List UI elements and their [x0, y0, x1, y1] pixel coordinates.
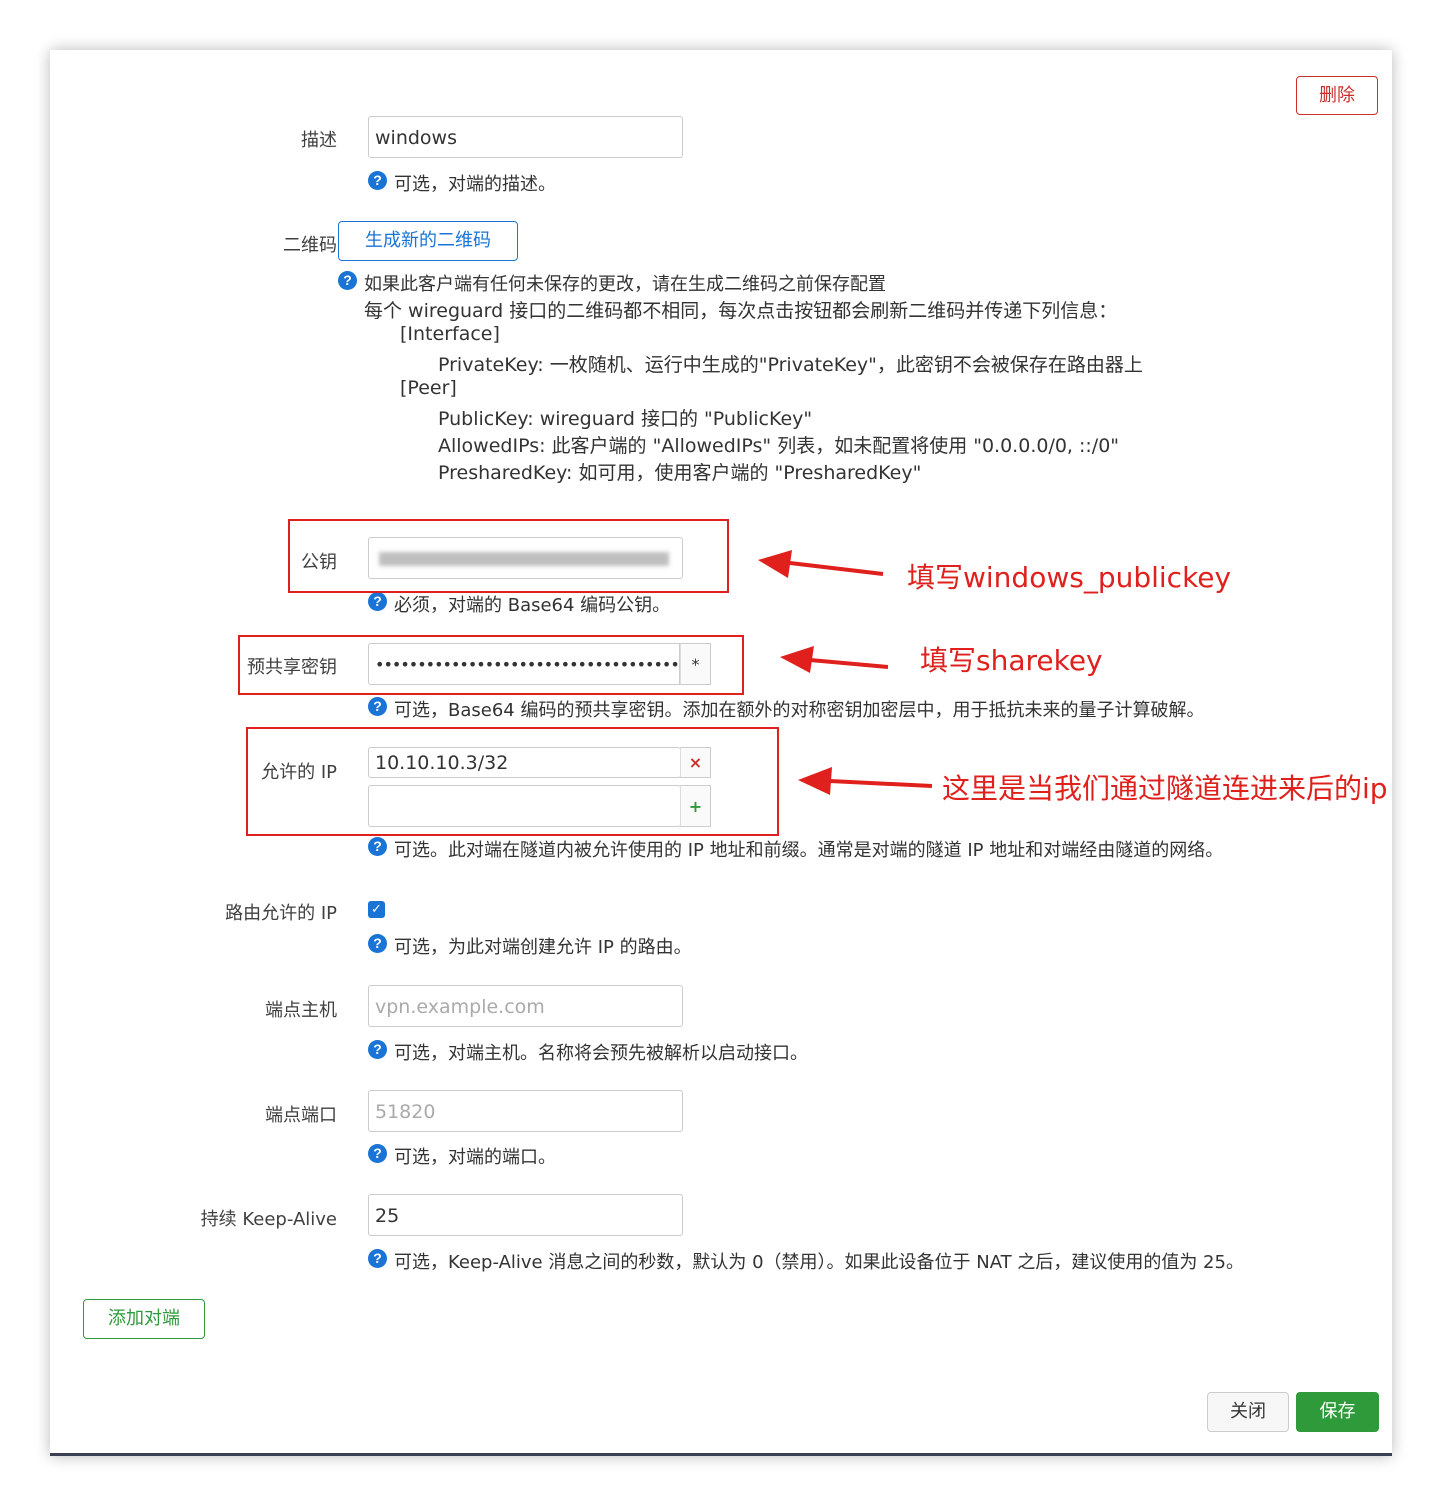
- route-allowed-ips-label: 路由允许的 IP: [225, 903, 337, 924]
- endpoint-port-help: ? 可选，对端的端口。: [368, 1143, 556, 1169]
- generate-qr-button[interactable]: 生成新的二维码: [338, 221, 518, 261]
- keepalive-input[interactable]: 25: [368, 1194, 683, 1236]
- allowed-ips-help: ? 可选。此对端在隧道内被允许使用的 IP 地址和前缀。通常是对端的隧道 IP …: [368, 836, 1223, 862]
- help-icon: ?: [368, 836, 387, 856]
- keepalive-label: 持续 Keep-Alive: [200, 1209, 337, 1230]
- endpoint-host-help: ? 可选，对端主机。名称将会预先被解析以启动接口。: [368, 1039, 808, 1065]
- delete-button[interactable]: 删除: [1296, 76, 1378, 115]
- annotation-public-key: 填写windows_publickey: [907, 561, 1232, 594]
- qrcode-help-line-6: AllowedIPs: 此客户端的 "AllowedIPs" 列表，如未配置将使…: [438, 435, 1120, 457]
- help-icon: ?: [368, 933, 387, 953]
- annotation-box-preshared-key: [238, 635, 744, 695]
- description-input[interactable]: windows: [368, 116, 683, 158]
- help-icon: ?: [368, 591, 387, 611]
- route-allowed-ips-help-text: 可选，为此对端创建允许 IP 的路由。: [394, 937, 692, 958]
- public-key-help: ? 必须，对端的 Base64 编码公钥。: [368, 591, 670, 617]
- allowed-ips-help-text: 可选。此对端在隧道内被允许使用的 IP 地址和前缀。通常是对端的隧道 IP 地址…: [394, 840, 1224, 861]
- preshared-key-help-text: 可选，Base64 编码的预共享密钥。添加在额外的对称密钥加密层中，用于抵抗未来…: [394, 700, 1205, 721]
- qrcode-help: ? 如果此客户端有任何未保存的更改，请在生成二维码之前保存配置: [338, 270, 886, 296]
- help-icon: ?: [368, 1039, 387, 1059]
- qrcode-label: 二维码: [283, 235, 337, 256]
- peer-edit-dialog: 删除 描述 windows ? 可选，对端的描述。 二维码 生成新的二维码 ? …: [50, 50, 1392, 1456]
- endpoint-host-input[interactable]: vpn.example.com: [368, 985, 683, 1027]
- qrcode-help-line-1: 每个 wireguard 接口的二维码都不相同，每次点击按钮都会刷新二维码并传递…: [364, 300, 1118, 322]
- annotation-preshared-key: 填写sharekey: [920, 644, 1103, 677]
- preshared-key-help: ? 可选，Base64 编码的预共享密钥。添加在额外的对称密钥加密层中，用于抵抗…: [368, 696, 1204, 722]
- endpoint-port-label: 端点端口: [265, 1105, 337, 1126]
- qrcode-help-line-5: PublicKey: wireguard 接口的 "PublicKey": [438, 408, 813, 430]
- endpoint-host-label: 端点主机: [265, 1000, 337, 1021]
- save-button[interactable]: 保存: [1296, 1392, 1379, 1432]
- keepalive-help-text: 可选，Keep-Alive 消息之间的秒数，默认为 0（禁用）。如果此设备位于 …: [394, 1252, 1244, 1273]
- qrcode-help-line-3: PrivateKey: 一枚随机、运行中生成的"PrivateKey"，此密钥不…: [438, 354, 1143, 376]
- endpoint-host-help-text: 可选，对端主机。名称将会预先被解析以启动接口。: [394, 1043, 808, 1064]
- route-allowed-ips-help: ? 可选，为此对端创建允许 IP 的路由。: [368, 933, 692, 959]
- annotation-allowed-ips: 这里是当我们通过隧道连进来后的ip: [942, 772, 1388, 805]
- help-icon: ?: [368, 1248, 387, 1268]
- qrcode-help-line-4: [Peer]: [400, 377, 457, 399]
- annotation-box-public-key: [288, 519, 729, 593]
- help-icon: ?: [368, 1143, 387, 1163]
- help-icon: ?: [368, 696, 387, 716]
- public-key-help-text: 必须，对端的 Base64 编码公钥。: [394, 595, 671, 616]
- description-label: 描述: [301, 130, 337, 151]
- route-allowed-ips-checkbox[interactable]: ✓: [368, 901, 385, 918]
- qrcode-help-line-7: PresharedKey: 如可用，使用客户端的 "PresharedKey": [438, 462, 922, 484]
- qrcode-help-line-0: 如果此客户端有任何未保存的更改，请在生成二维码之前保存配置: [364, 274, 886, 295]
- endpoint-port-help-text: 可选，对端的端口。: [394, 1147, 556, 1168]
- help-icon: ?: [338, 270, 357, 290]
- endpoint-port-input[interactable]: 51820: [368, 1090, 683, 1132]
- description-help-text: 可选，对端的描述。: [394, 174, 556, 195]
- close-button[interactable]: 关闭: [1207, 1392, 1289, 1432]
- qrcode-help-line-2: [Interface]: [400, 323, 500, 345]
- add-peer-button[interactable]: 添加对端: [83, 1299, 205, 1339]
- annotation-box-allowed-ips: [246, 727, 779, 836]
- keepalive-help: ? 可选，Keep-Alive 消息之间的秒数，默认为 0（禁用）。如果此设备位…: [368, 1248, 1244, 1274]
- description-help: ? 可选，对端的描述。: [368, 170, 556, 196]
- help-icon: ?: [368, 170, 387, 190]
